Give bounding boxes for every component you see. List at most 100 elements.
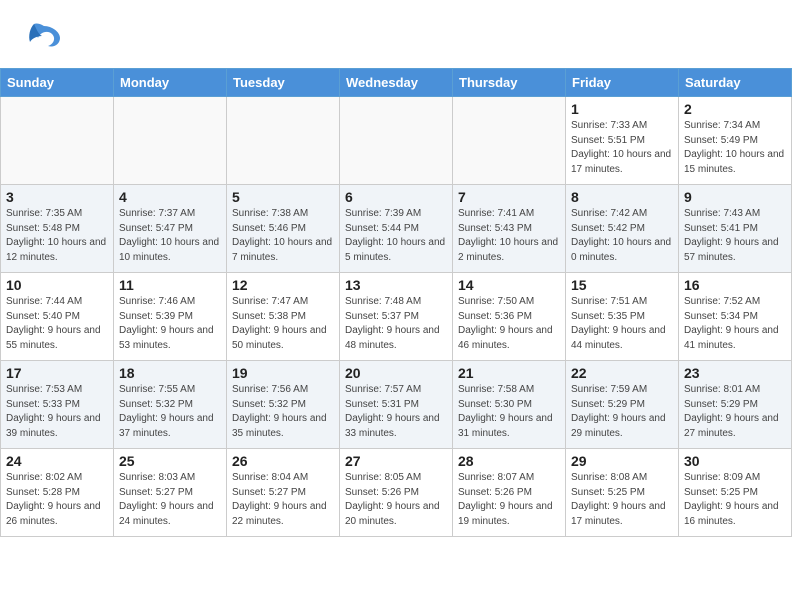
calendar-cell: 17 Sunrise: 7:53 AMSunset: 5:33 PMDaylig… xyxy=(1,361,114,449)
day-info: Sunrise: 7:44 AMSunset: 5:40 PMDaylight:… xyxy=(6,295,108,353)
logo-icon xyxy=(24,18,64,58)
calendar-cell: 19 Sunrise: 7:56 AMSunset: 5:32 PMDaylig… xyxy=(227,361,340,449)
day-number: 2 xyxy=(684,101,786,117)
calendar-cell: 9 Sunrise: 7:43 AMSunset: 5:41 PMDayligh… xyxy=(679,185,792,273)
day-info: Sunrise: 7:41 AMSunset: 5:43 PMDaylight:… xyxy=(458,207,560,265)
calendar-cell: 3 Sunrise: 7:35 AMSunset: 5:48 PMDayligh… xyxy=(1,185,114,273)
page-header xyxy=(0,0,792,68)
day-info: Sunrise: 8:01 AMSunset: 5:29 PMDaylight:… xyxy=(684,383,786,441)
day-number: 6 xyxy=(345,189,447,205)
calendar-table: SundayMondayTuesdayWednesdayThursdayFrid… xyxy=(0,68,792,537)
weekday-header-row: SundayMondayTuesdayWednesdayThursdayFrid… xyxy=(1,69,792,97)
calendar-cell: 29 Sunrise: 8:08 AMSunset: 5:25 PMDaylig… xyxy=(566,449,679,537)
calendar-cell xyxy=(340,97,453,185)
calendar-cell: 22 Sunrise: 7:59 AMSunset: 5:29 PMDaylig… xyxy=(566,361,679,449)
day-info: Sunrise: 7:34 AMSunset: 5:49 PMDaylight:… xyxy=(684,119,786,177)
day-info: Sunrise: 7:46 AMSunset: 5:39 PMDaylight:… xyxy=(119,295,221,353)
calendar-cell: 8 Sunrise: 7:42 AMSunset: 5:42 PMDayligh… xyxy=(566,185,679,273)
day-number: 24 xyxy=(6,453,108,469)
day-number: 17 xyxy=(6,365,108,381)
calendar-cell: 11 Sunrise: 7:46 AMSunset: 5:39 PMDaylig… xyxy=(114,273,227,361)
weekday-header-friday: Friday xyxy=(566,69,679,97)
day-info: Sunrise: 7:59 AMSunset: 5:29 PMDaylight:… xyxy=(571,383,673,441)
calendar-cell xyxy=(114,97,227,185)
calendar-cell: 16 Sunrise: 7:52 AMSunset: 5:34 PMDaylig… xyxy=(679,273,792,361)
calendar-cell: 20 Sunrise: 7:57 AMSunset: 5:31 PMDaylig… xyxy=(340,361,453,449)
weekday-header-monday: Monday xyxy=(114,69,227,97)
day-info: Sunrise: 7:50 AMSunset: 5:36 PMDaylight:… xyxy=(458,295,560,353)
calendar-cell: 25 Sunrise: 8:03 AMSunset: 5:27 PMDaylig… xyxy=(114,449,227,537)
day-info: Sunrise: 7:43 AMSunset: 5:41 PMDaylight:… xyxy=(684,207,786,265)
day-info: Sunrise: 8:03 AMSunset: 5:27 PMDaylight:… xyxy=(119,471,221,529)
calendar-week-5: 24 Sunrise: 8:02 AMSunset: 5:28 PMDaylig… xyxy=(1,449,792,537)
day-number: 25 xyxy=(119,453,221,469)
day-info: Sunrise: 8:09 AMSunset: 5:25 PMDaylight:… xyxy=(684,471,786,529)
calendar-cell: 15 Sunrise: 7:51 AMSunset: 5:35 PMDaylig… xyxy=(566,273,679,361)
day-info: Sunrise: 7:56 AMSunset: 5:32 PMDaylight:… xyxy=(232,383,334,441)
calendar-cell: 30 Sunrise: 8:09 AMSunset: 5:25 PMDaylig… xyxy=(679,449,792,537)
day-number: 23 xyxy=(684,365,786,381)
weekday-header-saturday: Saturday xyxy=(679,69,792,97)
day-number: 14 xyxy=(458,277,560,293)
calendar-cell: 28 Sunrise: 8:07 AMSunset: 5:26 PMDaylig… xyxy=(453,449,566,537)
day-info: Sunrise: 7:57 AMSunset: 5:31 PMDaylight:… xyxy=(345,383,447,441)
day-info: Sunrise: 7:48 AMSunset: 5:37 PMDaylight:… xyxy=(345,295,447,353)
day-number: 30 xyxy=(684,453,786,469)
day-info: Sunrise: 7:39 AMSunset: 5:44 PMDaylight:… xyxy=(345,207,447,265)
day-number: 20 xyxy=(345,365,447,381)
day-info: Sunrise: 8:02 AMSunset: 5:28 PMDaylight:… xyxy=(6,471,108,529)
day-number: 11 xyxy=(119,277,221,293)
day-number: 15 xyxy=(571,277,673,293)
day-info: Sunrise: 7:38 AMSunset: 5:46 PMDaylight:… xyxy=(232,207,334,265)
calendar-cell: 10 Sunrise: 7:44 AMSunset: 5:40 PMDaylig… xyxy=(1,273,114,361)
day-info: Sunrise: 7:47 AMSunset: 5:38 PMDaylight:… xyxy=(232,295,334,353)
weekday-header-sunday: Sunday xyxy=(1,69,114,97)
weekday-header-tuesday: Tuesday xyxy=(227,69,340,97)
day-number: 19 xyxy=(232,365,334,381)
day-number: 10 xyxy=(6,277,108,293)
day-info: Sunrise: 7:42 AMSunset: 5:42 PMDaylight:… xyxy=(571,207,673,265)
day-number: 8 xyxy=(571,189,673,205)
logo xyxy=(24,18,70,58)
calendar-cell: 6 Sunrise: 7:39 AMSunset: 5:44 PMDayligh… xyxy=(340,185,453,273)
day-info: Sunrise: 7:51 AMSunset: 5:35 PMDaylight:… xyxy=(571,295,673,353)
calendar-cell: 2 Sunrise: 7:34 AMSunset: 5:49 PMDayligh… xyxy=(679,97,792,185)
day-number: 21 xyxy=(458,365,560,381)
day-info: Sunrise: 8:05 AMSunset: 5:26 PMDaylight:… xyxy=(345,471,447,529)
calendar-cell: 24 Sunrise: 8:02 AMSunset: 5:28 PMDaylig… xyxy=(1,449,114,537)
day-info: Sunrise: 7:35 AMSunset: 5:48 PMDaylight:… xyxy=(6,207,108,265)
calendar-cell: 23 Sunrise: 8:01 AMSunset: 5:29 PMDaylig… xyxy=(679,361,792,449)
day-number: 27 xyxy=(345,453,447,469)
day-number: 22 xyxy=(571,365,673,381)
weekday-header-thursday: Thursday xyxy=(453,69,566,97)
calendar-cell: 7 Sunrise: 7:41 AMSunset: 5:43 PMDayligh… xyxy=(453,185,566,273)
day-info: Sunrise: 8:04 AMSunset: 5:27 PMDaylight:… xyxy=(232,471,334,529)
calendar-cell: 18 Sunrise: 7:55 AMSunset: 5:32 PMDaylig… xyxy=(114,361,227,449)
day-number: 28 xyxy=(458,453,560,469)
calendar-cell: 26 Sunrise: 8:04 AMSunset: 5:27 PMDaylig… xyxy=(227,449,340,537)
calendar-week-1: 1 Sunrise: 7:33 AMSunset: 5:51 PMDayligh… xyxy=(1,97,792,185)
calendar-week-4: 17 Sunrise: 7:53 AMSunset: 5:33 PMDaylig… xyxy=(1,361,792,449)
calendar-cell: 27 Sunrise: 8:05 AMSunset: 5:26 PMDaylig… xyxy=(340,449,453,537)
calendar-cell: 21 Sunrise: 7:58 AMSunset: 5:30 PMDaylig… xyxy=(453,361,566,449)
day-info: Sunrise: 7:58 AMSunset: 5:30 PMDaylight:… xyxy=(458,383,560,441)
day-number: 5 xyxy=(232,189,334,205)
calendar-cell: 1 Sunrise: 7:33 AMSunset: 5:51 PMDayligh… xyxy=(566,97,679,185)
calendar-cell xyxy=(227,97,340,185)
calendar-cell: 12 Sunrise: 7:47 AMSunset: 5:38 PMDaylig… xyxy=(227,273,340,361)
day-number: 13 xyxy=(345,277,447,293)
day-number: 4 xyxy=(119,189,221,205)
day-info: Sunrise: 8:07 AMSunset: 5:26 PMDaylight:… xyxy=(458,471,560,529)
calendar-cell: 14 Sunrise: 7:50 AMSunset: 5:36 PMDaylig… xyxy=(453,273,566,361)
day-info: Sunrise: 7:53 AMSunset: 5:33 PMDaylight:… xyxy=(6,383,108,441)
day-number: 18 xyxy=(119,365,221,381)
day-info: Sunrise: 7:33 AMSunset: 5:51 PMDaylight:… xyxy=(571,119,673,177)
day-info: Sunrise: 7:55 AMSunset: 5:32 PMDaylight:… xyxy=(119,383,221,441)
calendar-week-2: 3 Sunrise: 7:35 AMSunset: 5:48 PMDayligh… xyxy=(1,185,792,273)
calendar-cell: 13 Sunrise: 7:48 AMSunset: 5:37 PMDaylig… xyxy=(340,273,453,361)
day-number: 12 xyxy=(232,277,334,293)
day-number: 3 xyxy=(6,189,108,205)
day-number: 26 xyxy=(232,453,334,469)
day-number: 9 xyxy=(684,189,786,205)
day-info: Sunrise: 7:37 AMSunset: 5:47 PMDaylight:… xyxy=(119,207,221,265)
